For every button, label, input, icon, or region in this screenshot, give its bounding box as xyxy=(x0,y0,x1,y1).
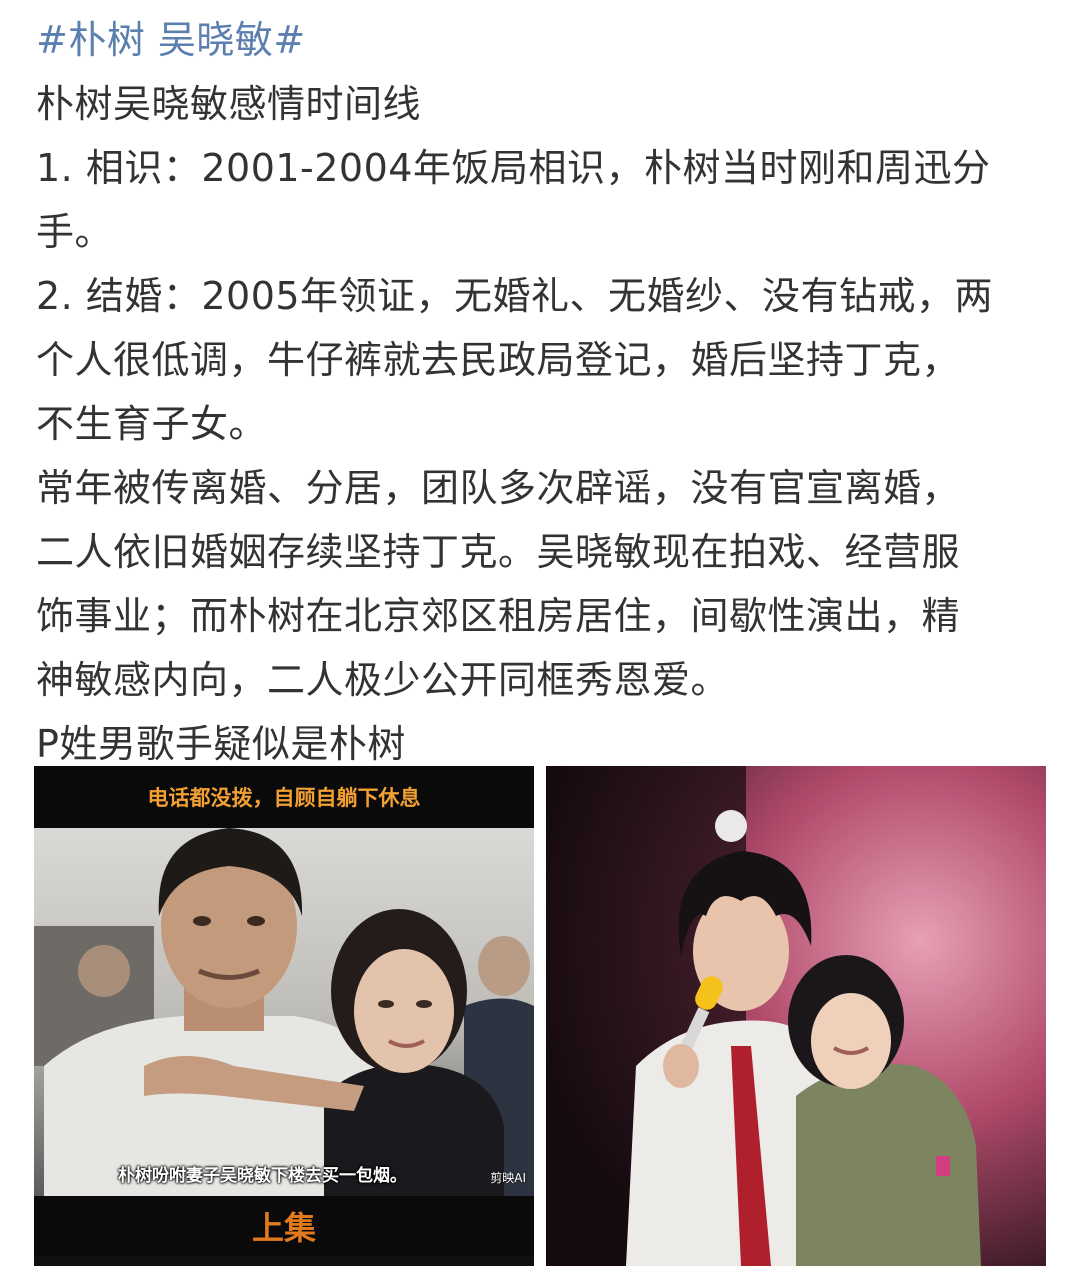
post-line: 手。 xyxy=(36,210,114,254)
post-hashtag-line: #朴树 吴晓敏# xyxy=(36,8,1052,72)
post-line: 2. 结婚：2005年领证，无婚礼、无婚纱、没有钻戒，两 xyxy=(36,274,994,318)
post-line: 常年被传离婚、分居，团队多次辟谣，没有官宣离婚， xyxy=(36,466,961,510)
post-line: 不生育子女。 xyxy=(36,402,268,446)
video-watermark: 剪映AI xyxy=(490,1171,526,1185)
video-subtitle: 朴树吩咐妻子吴晓敏下楼去买一包烟。 xyxy=(118,1166,407,1186)
stage-photo-illustration xyxy=(546,766,1046,1266)
hashtag-link[interactable]: #朴树 吴晓敏# xyxy=(36,18,306,62)
post-line: 二人依旧婚姻存续坚持丁克。吴晓敏现在拍戏、经营服 xyxy=(36,530,961,574)
post-line: 1. 相识：2001-2004年饭局相识，朴树当时刚和周迅分 xyxy=(36,146,991,190)
post-body: #朴树 吴晓敏# 朴树吴晓敏感情时间线 1. 相识：2001-2004年饭局相识… xyxy=(36,8,1052,776)
post-line: 个人很低调，牛仔裤就去民政局登记，婚后坚持丁克， xyxy=(36,338,961,382)
post-line: 神敏感内向，二人极少公开同框秀恩爱。 xyxy=(36,658,730,702)
video-top-caption: 电话都没拨，自顾自躺下休息 xyxy=(34,766,534,828)
post-line: 饰事业；而朴树在北京郊区租房居住，间歇性演出，精 xyxy=(36,594,961,638)
post-image-grid: 电话都没拨，自顾自躺下休息 朴树吩咐妻子吴晓敏下楼去买一包烟。 剪映AI 上集 xyxy=(34,766,1046,1266)
video-episode-caption: 上集 xyxy=(34,1196,534,1256)
post-title: 朴树吴晓敏感情时间线 xyxy=(36,82,422,126)
post-image-right[interactable] xyxy=(546,766,1046,1266)
couple-photo-illustration xyxy=(34,828,534,1198)
post-image-left[interactable]: 电话都没拨，自顾自躺下休息 朴树吩咐妻子吴晓敏下楼去买一包烟。 剪映AI 上集 xyxy=(34,766,534,1266)
